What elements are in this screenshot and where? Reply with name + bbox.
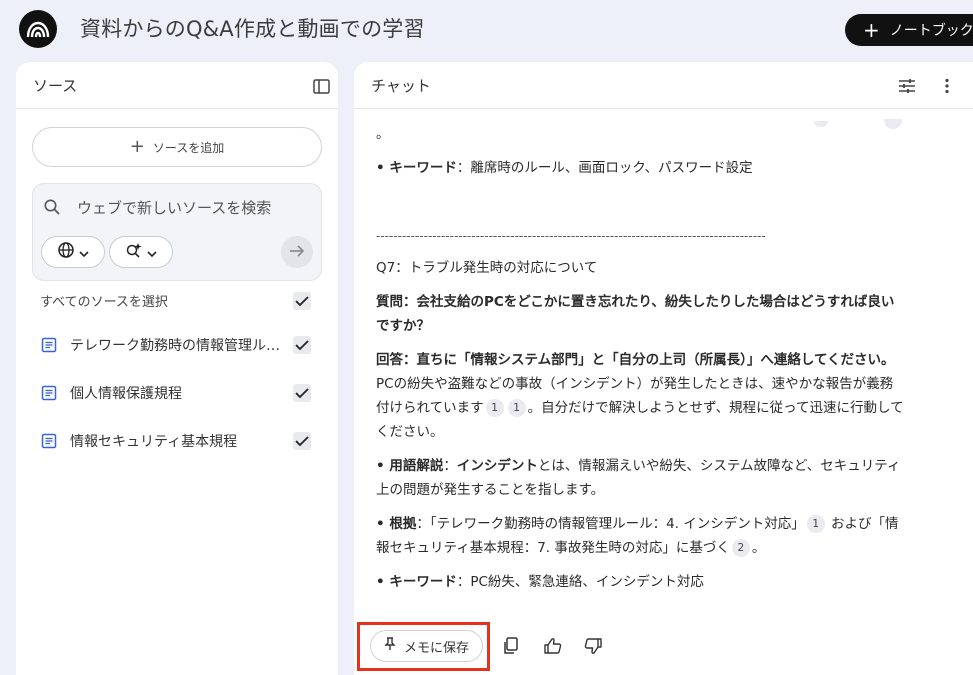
message-actions: メモに保存: [354, 620, 973, 671]
arrow-right-icon: [289, 243, 305, 262]
add-source-button[interactable]: + ソースを追加: [32, 127, 322, 167]
source-item-security-policy[interactable]: 情報セキュリティ基本規程: [40, 429, 237, 453]
tune-settings-icon[interactable]: [896, 75, 918, 97]
web-search-input[interactable]: [77, 194, 313, 222]
web-source-chip[interactable]: [41, 236, 105, 268]
q7-title: Q7：トラブル発生時の対応について: [376, 260, 598, 276]
globe-icon: [57, 241, 75, 263]
source-item-telework[interactable]: テレワーク勤務時の情報管理ルール: [40, 333, 280, 357]
answer-paragraph: 回答：直ちに「情報システム部門」と「自分の上司（所属長）」へ連絡してください。 …: [376, 348, 906, 444]
citation-chip[interactable]: 2: [731, 539, 750, 557]
add-source-label: ソースを追加: [152, 140, 225, 155]
new-notebook-label: ノートブックを: [889, 23, 973, 39]
keyword-text: ：PC紛失、緊急連絡、インシデント対応: [456, 574, 704, 590]
select-all-checkbox[interactable]: [293, 292, 311, 310]
source-item-label: 個人情報保護規程: [70, 386, 182, 402]
search-submit-button[interactable]: [281, 236, 313, 268]
sources-panel: ソース + ソースを追加 ウェブで新しいソースを検索 すべてのソースを選択 テレ…: [16, 62, 338, 675]
basis-text: 。: [751, 540, 766, 556]
source-checkbox[interactable]: [293, 432, 311, 450]
answer-label: 回答: [376, 352, 403, 368]
basis-label: • 根拠: [376, 516, 417, 532]
chat-message: 。 • キーワード：離席時のルール、画面ロック、パスワード設定 --------…: [376, 122, 906, 604]
basis-text: ：「テレワーク勤務時の情報管理ルール：4. インシデント対応」: [416, 516, 805, 532]
sources-header: ソース: [16, 62, 338, 109]
citation-chip[interactable]: 1: [806, 515, 825, 533]
search-icon: [43, 198, 61, 220]
source-checkbox[interactable]: [293, 384, 311, 402]
thumbs-up-icon[interactable]: [542, 635, 564, 657]
term-bold: インシデント: [456, 458, 538, 474]
source-item-label: テレワーク勤務時の情報管理ルール: [70, 338, 280, 354]
message-fragment: 。: [376, 126, 390, 142]
keyword-text: ：離席時のルール、画面ロック、パスワード設定: [456, 160, 753, 176]
keyword-label: • キーワード: [376, 160, 457, 176]
save-to-note-button[interactable]: メモに保存: [370, 630, 483, 662]
notebooklm-logo-icon[interactable]: [19, 10, 57, 48]
chevron-down-icon: [79, 243, 89, 262]
basis-line: • 根拠：「テレワーク勤務時の情報管理ルール：4. インシデント対応」 1 および…: [376, 512, 906, 560]
term-line: • 用語解説：インシデントとは、情報漏えいや紛失、システム故障など、セキュリティ…: [376, 454, 906, 502]
chat-panel: チャット 。 • キーワード：離席時のルール、画面ロック、パスワード設定 ---…: [354, 62, 973, 675]
chat-header: チャット: [354, 62, 973, 109]
web-search-box: [32, 183, 322, 281]
term-label: • 用語解説: [376, 458, 444, 474]
document-icon: [40, 336, 58, 354]
notebook-title[interactable]: 資料からのQ&A作成と動画での学習: [80, 13, 425, 43]
citation-chip[interactable]: 1: [507, 399, 526, 417]
collapse-panel-icon[interactable]: [310, 75, 332, 97]
question-text: ：会社支給のPCをどこかに置き忘れたり、紛失したりした場合はどうすれば良いですか…: [376, 294, 895, 334]
keyword-label: • キーワード: [376, 574, 457, 590]
plus-icon: +: [129, 136, 145, 157]
chat-title: チャット: [371, 76, 431, 95]
keyword-line: • キーワード：離席時のルール、画面ロック、パスワード設定: [376, 156, 906, 180]
plus-icon: +: [863, 18, 880, 42]
citation-chip[interactable]: 1: [485, 399, 504, 417]
sparkle-search-icon: [125, 241, 143, 263]
copy-icon[interactable]: [500, 635, 522, 657]
question-line: 質問：会社支給のPCをどこかに置き忘れたり、紛失したりした場合はどうすれば良いで…: [376, 290, 906, 338]
pin-icon: [384, 637, 404, 655]
research-mode-chip[interactable]: [109, 236, 173, 268]
select-all-label: すべてのソースを選択: [40, 295, 168, 310]
more-vert-icon[interactable]: [936, 75, 958, 97]
app-header: 資料からのQ&A作成と動画での学習 + ノートブックを: [0, 0, 973, 58]
keyword-line: • キーワード：PC紛失、緊急連絡、インシデント対応: [376, 570, 906, 594]
sources-title: ソース: [33, 76, 78, 95]
separator-line: ----------------------------------------…: [376, 229, 766, 243]
source-item-label: 情報セキュリティ基本規程: [70, 434, 238, 450]
answer-bold: ：直ちに「情報システム部門」と「自分の上司（所属長）」へ連絡してください。: [403, 352, 895, 368]
thumbs-down-icon[interactable]: [582, 635, 604, 657]
question-label: 質問: [376, 294, 403, 310]
source-checkbox[interactable]: [293, 336, 311, 354]
chevron-down-icon: [147, 243, 157, 262]
document-icon: [40, 432, 58, 450]
source-item-privacy[interactable]: 個人情報保護規程: [40, 381, 182, 405]
document-icon: [40, 384, 58, 402]
new-notebook-button[interactable]: + ノートブックを: [845, 14, 973, 46]
term-colon: ：: [443, 458, 457, 474]
save-note-label: メモに保存: [403, 640, 469, 656]
